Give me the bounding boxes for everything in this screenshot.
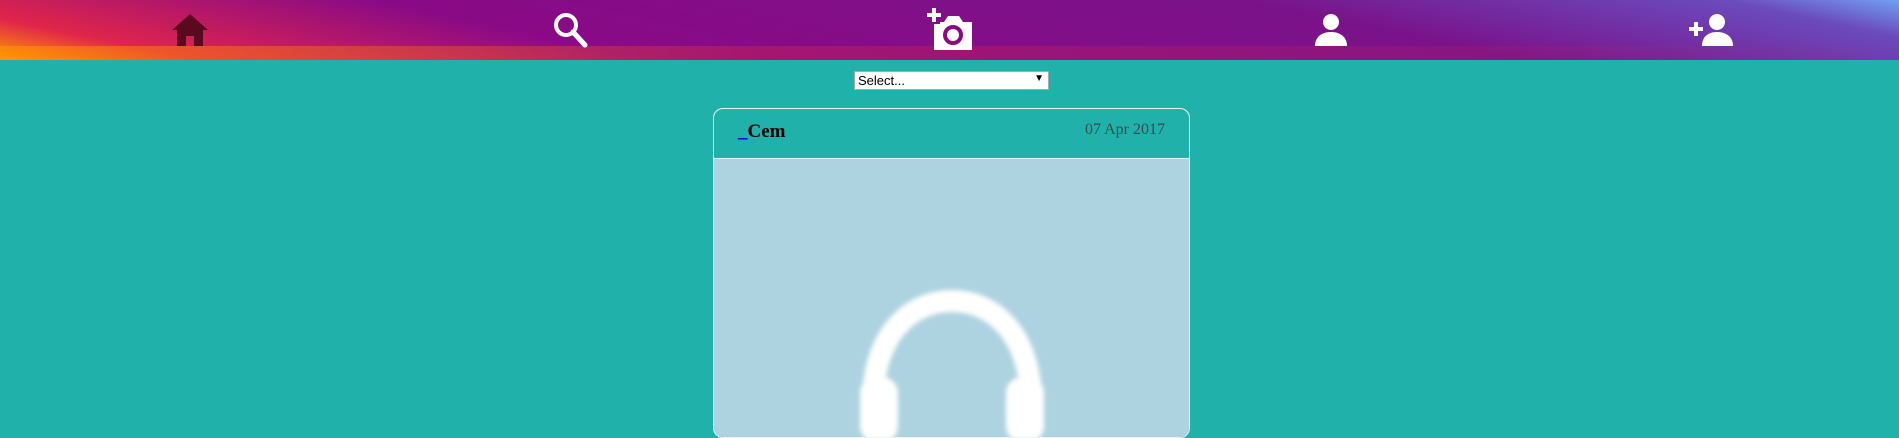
post-image[interactable] [714,159,1189,437]
filter-select-value: Select... [858,73,905,88]
search-icon [554,13,588,48]
post-author-link[interactable]: _Cem [738,121,785,143]
home-icon [172,14,208,46]
chevron-down-icon: ▼ [1034,73,1044,84]
add-user-icon [1689,14,1733,46]
post-card: _Cem 07 Apr 2017 [713,108,1190,438]
top-navbar [0,0,1899,60]
post-date: 07 Apr 2017 [1085,121,1165,138]
nav-home-button[interactable] [166,8,214,52]
post-header: _Cem 07 Apr 2017 [714,109,1189,159]
nav-add-user-button[interactable] [1688,8,1736,52]
headphones-icon [860,290,1044,437]
nav-add-photo-button[interactable] [926,8,974,52]
nav-profile-button[interactable] [1307,8,1355,52]
add-photo-icon [927,8,972,50]
nav-search-button[interactable] [546,8,594,52]
profile-icon [1315,14,1347,46]
filter-select[interactable]: Select... ▼ [854,71,1049,90]
post-author-name: Cem [747,121,786,142]
author-link-prefix[interactable]: _ [738,121,748,142]
